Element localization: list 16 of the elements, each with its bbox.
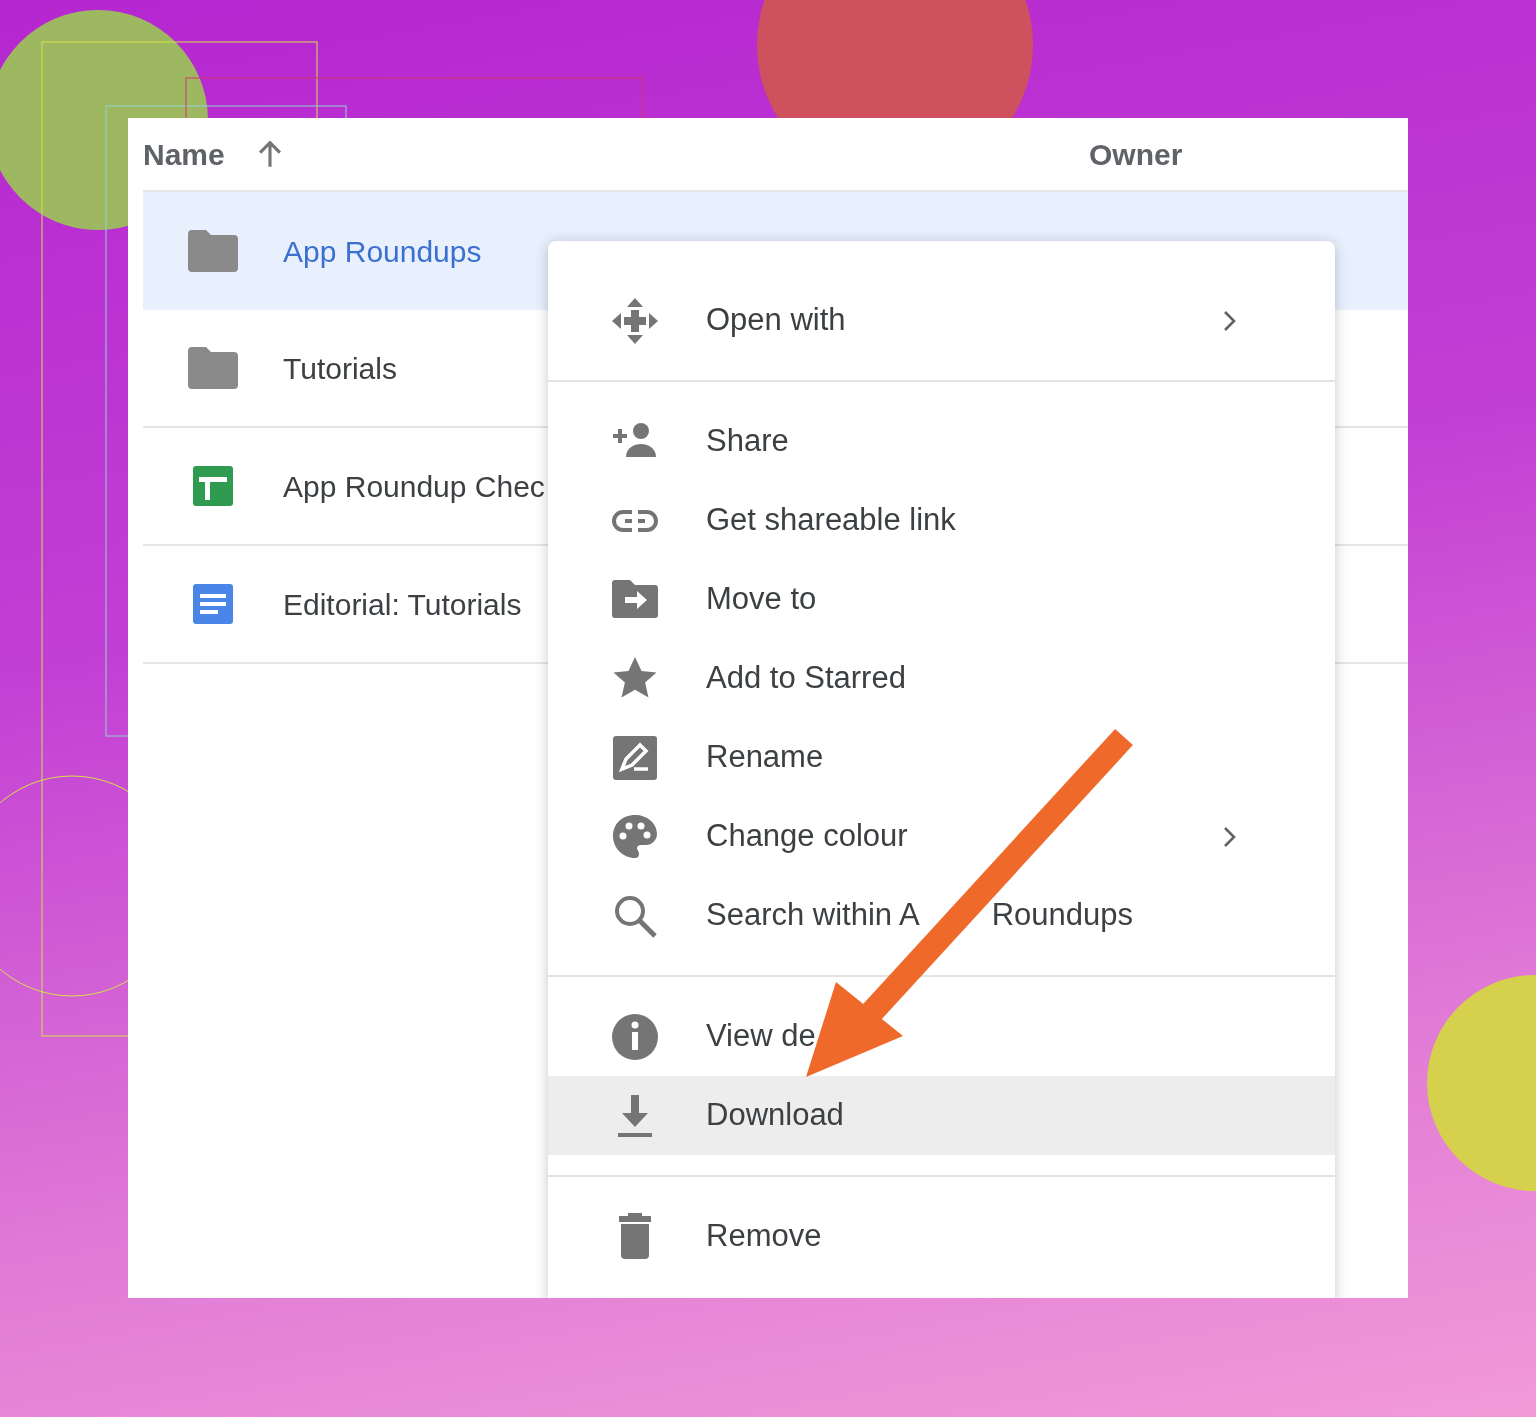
menu-item-label: View de xyxy=(706,1017,816,1056)
menu-item-label: Share xyxy=(706,422,789,461)
menu-item-label: Download xyxy=(706,1096,844,1135)
menu-item-label: Remove xyxy=(706,1217,822,1256)
menu-item-label: Rename xyxy=(706,738,824,777)
file-name: App Roundup Chec xyxy=(283,468,545,505)
menu-item-label: Open with xyxy=(706,301,846,340)
menu-item-label: Roundups xyxy=(991,896,1133,935)
menu-item-label: Move to xyxy=(706,580,817,619)
menu-item-label: Search within A xyxy=(706,896,920,935)
menu-item-label: Change colour xyxy=(706,817,908,856)
file-name: Editorial: Tutorials xyxy=(283,586,522,623)
menu-item-label: Get shareable link xyxy=(706,501,956,540)
file-name: Tutorials xyxy=(283,350,397,387)
menu-item-label: Add to Starred xyxy=(706,659,906,698)
file-name: App Roundups xyxy=(283,233,482,270)
